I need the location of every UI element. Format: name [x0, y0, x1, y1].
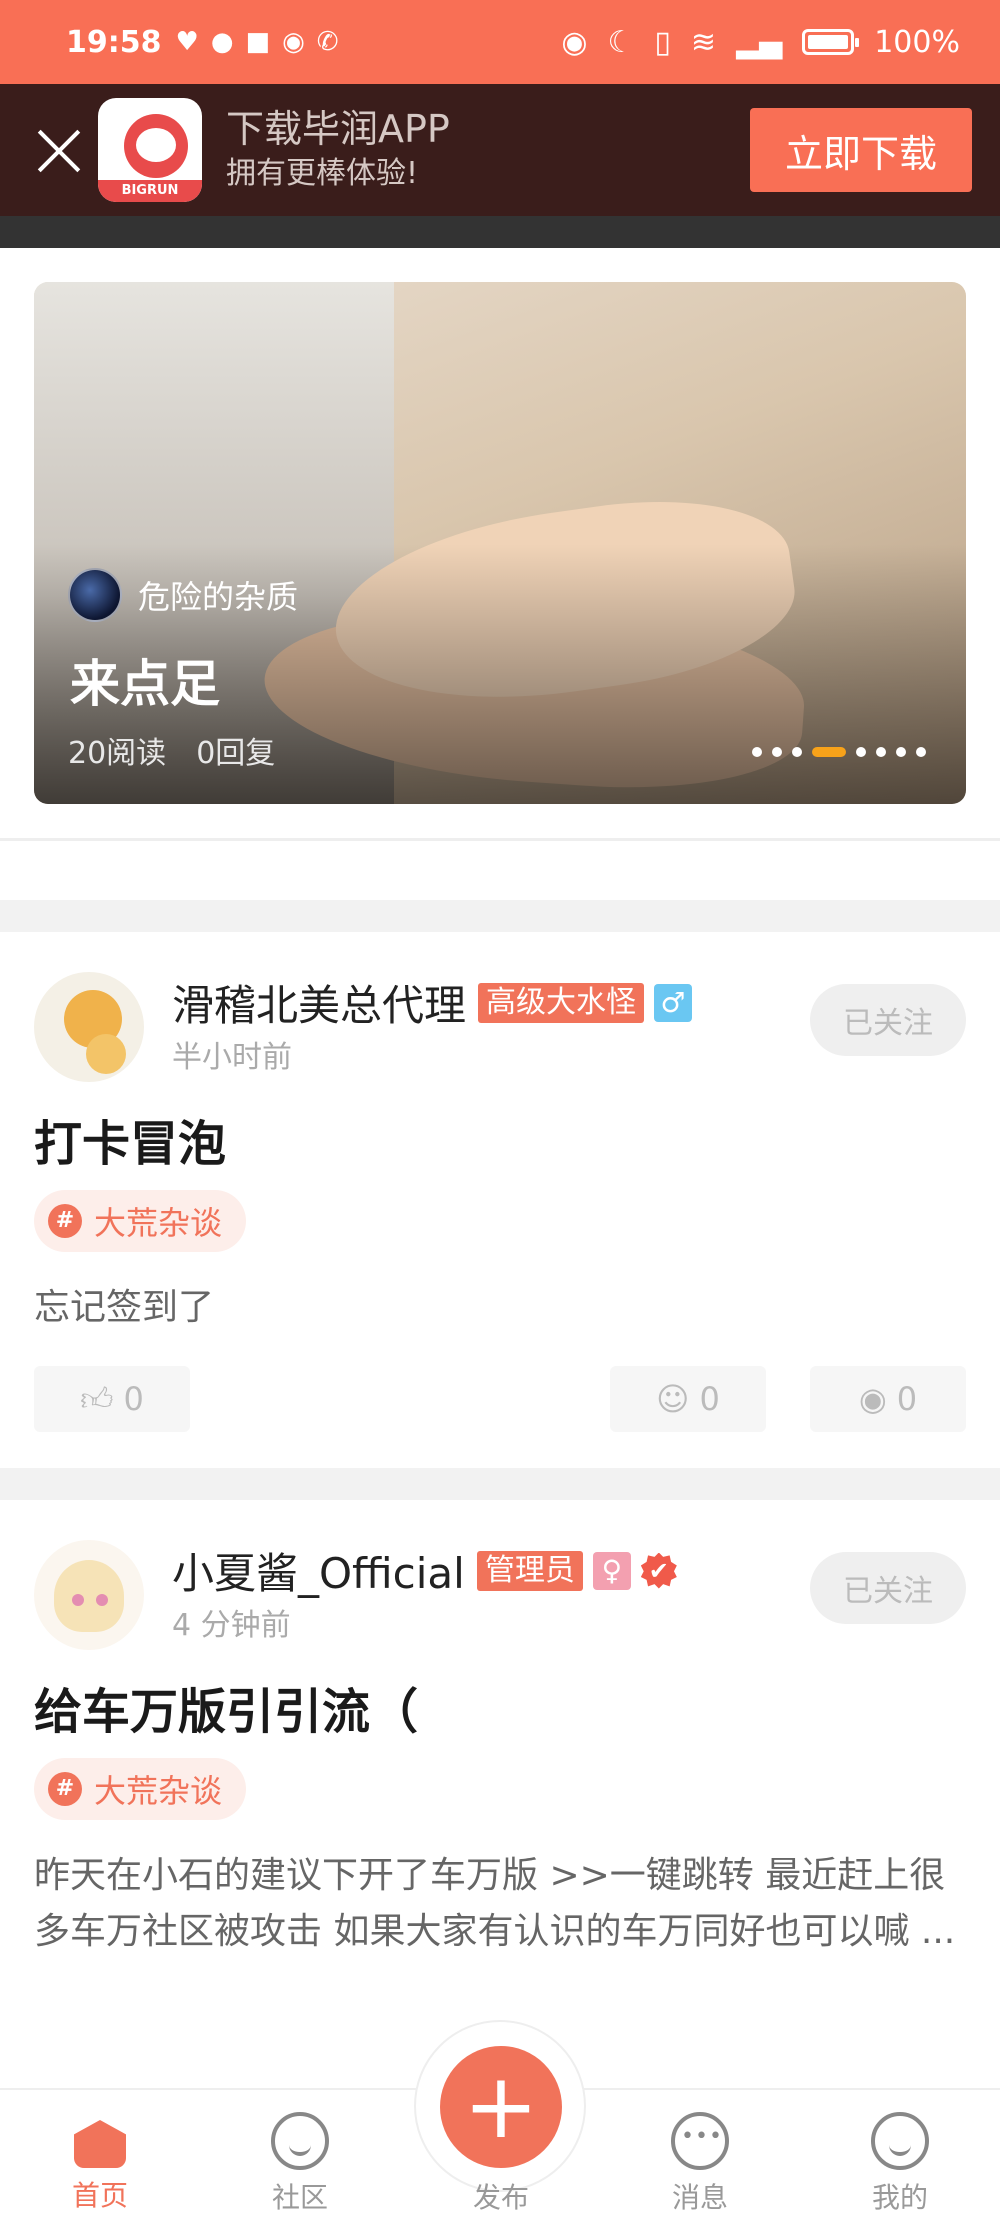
notification-icons: ♥ ● ■ ◉ ✆	[176, 27, 339, 57]
battery-percent: 100%	[874, 24, 960, 60]
hash-icon: #	[48, 1772, 82, 1806]
carousel-dot[interactable]	[896, 747, 906, 757]
download-now-button[interactable]: 立即下载	[750, 108, 972, 192]
view-count-button[interactable]: ◉ 0	[810, 1366, 966, 1432]
tab-messages[interactable]: 消息	[630, 2090, 770, 2222]
tab-label: 我的	[871, 2181, 928, 2214]
download-banner: BIGRUN 下载毕润APP 拥有更棒体验! 立即下载	[0, 84, 1000, 216]
hero-title[interactable]: 来点足	[70, 644, 220, 716]
app-icon: ■	[245, 27, 271, 57]
tab-label: 首页	[71, 2179, 128, 2212]
signal-icon: ▂▄	[736, 24, 783, 60]
status-right: ◉ ☾ ▯ ≋ ▂▄ 100%	[561, 25, 960, 60]
post-excerpt: 昨天在小石的建议下开了车万版 >>一键跳转 最近赶上很多车万社区被攻击 如果大家…	[34, 1855, 956, 1952]
carousel-dot-active[interactable]	[812, 747, 846, 757]
post-card[interactable]: 滑稽北美总代理 高级大水怪 ♂ 半小时前 已关注 打卡冒泡 # 大荒杂谈 忘记签…	[0, 932, 1000, 1468]
female-icon: ♀	[592, 1551, 631, 1590]
status-bar: 19:58 ♥ ● ■ ◉ ✆ ◉ ☾ ▯ ≋ ▂▄ 100%	[0, 0, 1000, 84]
hero-carousel[interactable]: 危险的杂质 来点足 20阅读 0回复	[34, 282, 966, 804]
banner-title: 下载毕润APP	[226, 107, 450, 151]
hero-reads: 20阅读	[68, 736, 167, 771]
level-badge: 管理员	[476, 1550, 583, 1591]
carousel-dot[interactable]	[752, 747, 762, 757]
post-time: 半小时前	[172, 1040, 292, 1075]
like-count: 0	[123, 1380, 144, 1418]
heart-icon: ♥	[175, 27, 199, 57]
eye-icon: ◉	[858, 1380, 887, 1418]
topic-label: 大荒杂谈	[94, 1772, 223, 1810]
eye-icon: ◉	[561, 24, 588, 60]
follow-button[interactable]: 已关注	[810, 984, 966, 1056]
carousel-dot[interactable]	[876, 747, 886, 757]
close-icon[interactable]	[34, 125, 84, 175]
phone-icon: ✆	[316, 27, 339, 57]
hero-replies: 0回复	[196, 736, 276, 771]
view-count: 0	[896, 1380, 918, 1418]
post-time: 4 分钟前	[172, 1608, 291, 1643]
post-user[interactable]: 小夏酱_Official 管理员 ♀ ✔	[172, 1540, 677, 1601]
comment-icon: ☺	[656, 1380, 690, 1418]
user-name: 小夏酱_Official	[172, 1549, 465, 1598]
level-badge: 高级大水怪	[478, 982, 645, 1023]
community-icon	[271, 2112, 329, 2170]
publish-label: 发布	[472, 2181, 529, 2214]
banner-subtitle: 拥有更棒体验!	[226, 156, 419, 191]
home-icon	[74, 2120, 126, 2168]
post-actions: 👍︎ 0 ☺ 0 ◉ 0	[34, 1366, 966, 1432]
carousel-dot[interactable]	[772, 747, 782, 757]
male-icon: ♂	[654, 983, 693, 1022]
tab-mine[interactable]: 我的	[830, 2090, 970, 2222]
post-card[interactable]: 小夏酱_Official 管理员 ♀ ✔ 4 分钟前 已关注 给车万版引引流（ …	[0, 1500, 1000, 2100]
hero-author[interactable]: 危险的杂质	[68, 568, 298, 622]
hash-icon: #	[48, 1204, 82, 1238]
tab-label: 社区	[271, 2181, 328, 2214]
divider	[0, 838, 1000, 841]
app-logo-text: BIGRUN	[98, 180, 202, 202]
carousel-indicator[interactable]	[752, 747, 926, 757]
plus-icon: +	[463, 2054, 539, 2159]
section-gap	[0, 1468, 1000, 1500]
post-title[interactable]: 打卡冒泡	[34, 1104, 226, 1174]
avatar[interactable]	[34, 972, 144, 1082]
tab-home[interactable]: 首页	[30, 2090, 170, 2222]
topic-label: 大荒杂谈	[94, 1204, 223, 1242]
user-name: 滑稽北美总代理	[172, 981, 467, 1030]
publish-button[interactable]: +	[440, 2046, 562, 2168]
avatar	[68, 568, 122, 622]
profile-icon	[871, 2112, 929, 2170]
like-button[interactable]: 👍︎ 0	[34, 1366, 190, 1432]
topic-tag[interactable]: # 大荒杂谈	[34, 1758, 247, 1820]
follow-button[interactable]: 已关注	[810, 1552, 966, 1624]
topic-tag[interactable]: # 大荒杂谈	[34, 1190, 247, 1252]
thumbs-up-icon: 👍︎	[80, 1379, 114, 1418]
battery-icon	[802, 29, 860, 55]
fire-icon: ◉	[282, 27, 305, 57]
vibrate-icon: ▯	[654, 24, 671, 60]
penguin-icon: ●	[210, 27, 234, 57]
app-logo: BIGRUN	[98, 98, 202, 202]
avatar[interactable]	[34, 1540, 144, 1650]
section-gap	[0, 900, 1000, 932]
post-excerpt: 忘记签到了	[34, 1287, 215, 1328]
carousel-dot[interactable]	[916, 747, 926, 757]
hero-stats: 20阅读 0回复	[68, 728, 275, 772]
wifi-icon: ≋	[690, 24, 717, 60]
comment-button[interactable]: ☺ 0	[610, 1366, 766, 1432]
banner-underbar	[0, 216, 1000, 248]
moon-icon: ☾	[607, 24, 635, 60]
tab-community[interactable]: 社区	[230, 2090, 370, 2222]
post-user[interactable]: 滑稽北美总代理 高级大水怪 ♂	[172, 972, 693, 1033]
carousel-dot[interactable]	[792, 747, 802, 757]
verified-icon: ✔	[640, 1552, 677, 1589]
carousel-dot[interactable]	[856, 747, 866, 757]
status-time: 19:58	[66, 24, 162, 60]
post-title[interactable]: 给车万版引引流（	[34, 1672, 418, 1742]
message-icon	[671, 2112, 729, 2170]
comment-count: 0	[699, 1380, 720, 1418]
tab-label: 消息	[671, 2181, 728, 2214]
hero-author-name: 危险的杂质	[138, 578, 299, 616]
